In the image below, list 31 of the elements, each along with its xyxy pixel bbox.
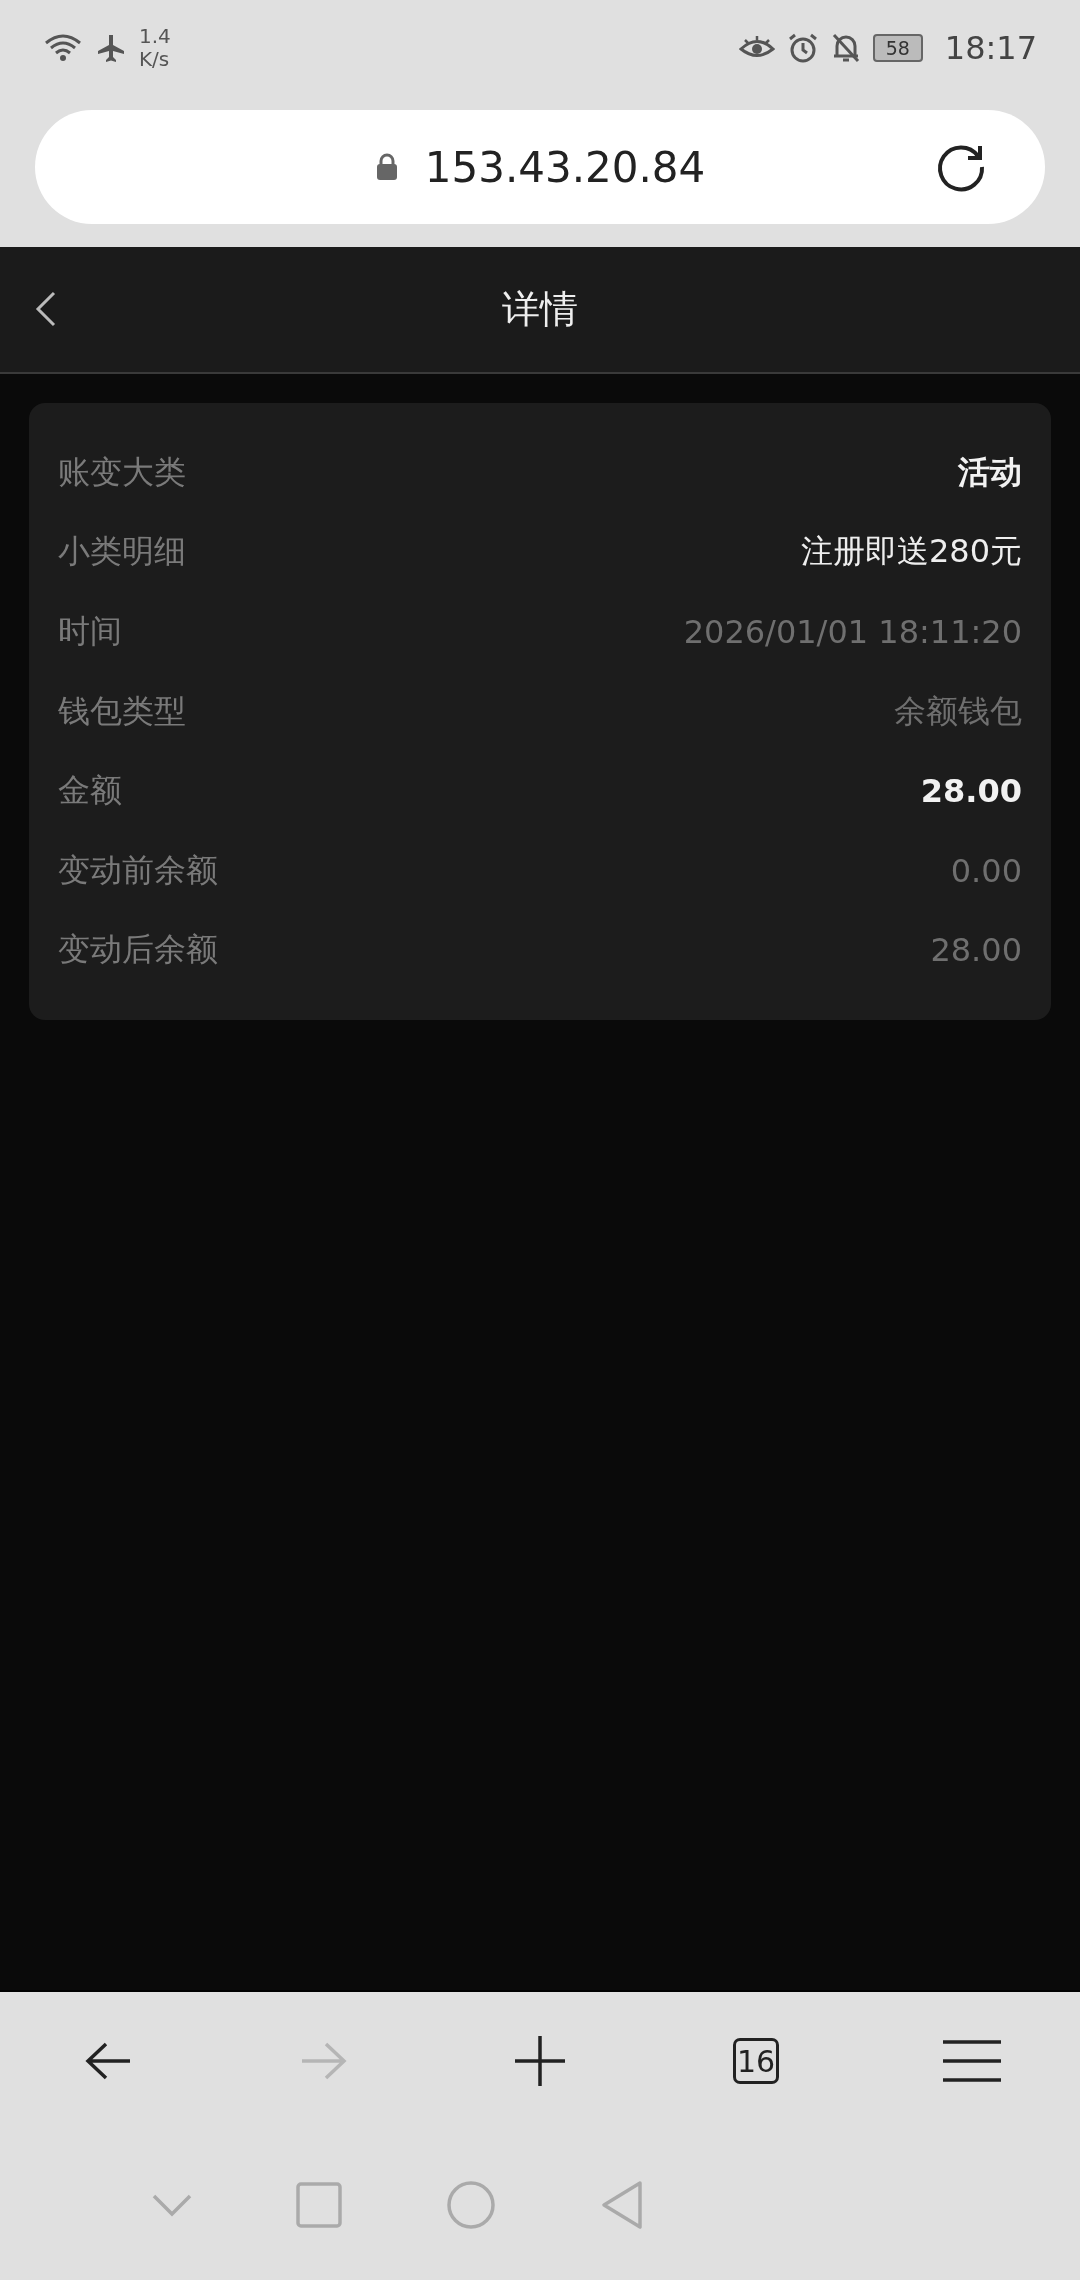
detail-label: 变动前余额 [58, 849, 218, 891]
url-text: 153.43.20.84 [424, 142, 706, 192]
detail-value: 余额钱包 [894, 690, 1022, 732]
menu-icon[interactable] [942, 2038, 1002, 2084]
detail-value: 28.00 [930, 931, 1022, 970]
detail-value: 0.00 [950, 851, 1022, 890]
detail-label: 变动后余额 [58, 929, 218, 971]
page-title: 详情 [502, 286, 578, 333]
detail-label: 小类明细 [58, 531, 186, 573]
detail-value: 注册即送280元 [800, 531, 1022, 573]
network-speed: 1.4 [139, 25, 171, 48]
airplane-icon [95, 32, 127, 64]
clock-time: 18:17 [944, 29, 1037, 67]
plus-icon[interactable] [513, 2034, 567, 2088]
network-speed-unit: K/s [139, 48, 171, 71]
address-bar[interactable]: 153.43.20.84 [35, 110, 1045, 224]
bell-off-icon [830, 32, 861, 64]
detail-value: 28.00 [920, 772, 1022, 811]
tab-count-button[interactable]: 16 [733, 2038, 779, 2084]
detail-label: 时间 [58, 611, 122, 652]
detail-value: 活动 [958, 451, 1022, 493]
back-icon[interactable] [34, 289, 58, 329]
wifi-icon [43, 33, 83, 63]
lock-icon [374, 153, 399, 181]
detail-label: 账变大类 [58, 451, 186, 493]
detail-label: 金额 [58, 770, 122, 812]
alarm-icon [786, 32, 819, 64]
battery-icon: 58 [872, 34, 923, 62]
detail-value: 2026/01/01 18:11:20 [683, 613, 1022, 651]
detail-label: 钱包类型 [58, 690, 186, 732]
back-arrow-icon[interactable] [84, 2041, 132, 2081]
